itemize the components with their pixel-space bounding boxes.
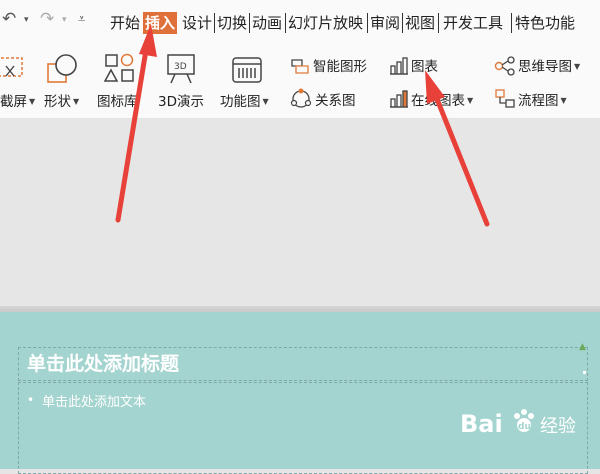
- shapes-icon[interactable]: [46, 53, 80, 85]
- menu-divider: [249, 13, 250, 33]
- customize-icon[interactable]: ⩡: [78, 12, 85, 27]
- dropdown-icon: ▼: [29, 97, 36, 106]
- flowchart-button[interactable]: 流程图 ▼: [518, 93, 567, 109]
- menu-divider: [402, 13, 403, 33]
- dropdown-icon: ▼: [262, 97, 269, 106]
- relation-chart-icon[interactable]: [290, 88, 312, 110]
- menu-divider: [511, 13, 512, 33]
- tab-features[interactable]: 特色功能: [515, 13, 575, 33]
- watermark-brand-right: 经验: [540, 416, 576, 437]
- menu-divider: [367, 13, 368, 33]
- tab-review[interactable]: 审阅: [370, 13, 400, 33]
- undo-icon[interactable]: ↶: [2, 9, 16, 29]
- screenshot-button[interactable]: 截屏 ▼: [0, 94, 35, 110]
- selection-handle[interactable]: [583, 371, 586, 374]
- body-placeholder[interactable]: 单击此处添加文本: [42, 391, 146, 410]
- menu-divider: [214, 13, 215, 33]
- watermark-brand-left: Bai: [460, 410, 503, 438]
- menu-divider: [285, 13, 286, 33]
- menu-divider: [438, 13, 439, 33]
- function-chart-button[interactable]: 功能图 ▼: [220, 94, 269, 110]
- chart-icon[interactable]: [388, 56, 410, 76]
- baidu-logo: Bai du 经验: [460, 409, 576, 438]
- undo-dropdown-icon[interactable]: ▾: [24, 15, 29, 25]
- redo-dropdown-icon[interactable]: ▾: [62, 15, 67, 25]
- ribbon-toolbar: 截屏 ▼ 形状 ▼ 图标库 3D 3D演示 功能图 ▼ 智能图形 关系图 图表 …: [0, 46, 600, 119]
- screenshot-icon[interactable]: [0, 54, 26, 82]
- tab-home[interactable]: 开始: [110, 13, 140, 33]
- flowchart-icon[interactable]: [494, 88, 516, 110]
- relation-chart-button[interactable]: 关系图: [315, 93, 356, 109]
- tab-view[interactable]: 视图: [405, 13, 435, 33]
- menu-bar: ↶ ▾ ↷ ▾ ⩡ 开始 插入 设计 切换 动画 幻灯片放映 审阅 视图 开发工…: [0, 0, 600, 46]
- tab-transition[interactable]: 切换: [217, 13, 247, 33]
- icon-library-button[interactable]: 图标库: [97, 94, 138, 110]
- editor-workspace: [0, 119, 600, 311]
- shapes-button[interactable]: 形状 ▼: [44, 94, 79, 110]
- watermark-brand-middle: du: [518, 422, 531, 432]
- baidu-jingyan-watermark: Bai du 经验: [460, 404, 590, 444]
- 3d-badge-text: 3D: [174, 62, 187, 72]
- tab-developer[interactable]: 开发工具: [443, 13, 503, 33]
- paw-icon: du: [514, 409, 534, 432]
- resize-handle-icon[interactable]: ▲: [579, 342, 586, 352]
- 3d-demo-icon[interactable]: 3D: [165, 52, 197, 84]
- icon-library-icon[interactable]: [104, 52, 136, 84]
- tab-animation[interactable]: 动画: [252, 13, 282, 33]
- dropdown-icon: ▼: [560, 96, 567, 105]
- online-chart-button[interactable]: 在线图表 ▼: [411, 93, 473, 109]
- tab-slideshow[interactable]: 幻灯片放映: [288, 13, 363, 33]
- dropdown-icon: ▼: [467, 96, 474, 105]
- title-placeholder[interactable]: 单击此处添加标题: [27, 349, 179, 376]
- smartart-button[interactable]: 智能图形: [313, 59, 367, 75]
- tab-design[interactable]: 设计: [182, 13, 212, 33]
- function-chart-icon[interactable]: [230, 52, 264, 84]
- chart-button[interactable]: 图表: [411, 59, 438, 75]
- smartart-icon[interactable]: [290, 56, 312, 76]
- 3d-demo-button[interactable]: 3D演示: [158, 94, 204, 110]
- redo-icon[interactable]: ↷: [40, 9, 54, 29]
- mindmap-icon[interactable]: [494, 56, 516, 76]
- mindmap-button[interactable]: 思维导图 ▼: [518, 59, 580, 75]
- dropdown-icon: ▼: [73, 97, 80, 106]
- dropdown-icon: ▼: [574, 62, 581, 71]
- bullet-marker: •: [27, 393, 35, 407]
- online-chart-icon[interactable]: [388, 88, 410, 110]
- tab-insert[interactable]: 插入: [143, 12, 178, 34]
